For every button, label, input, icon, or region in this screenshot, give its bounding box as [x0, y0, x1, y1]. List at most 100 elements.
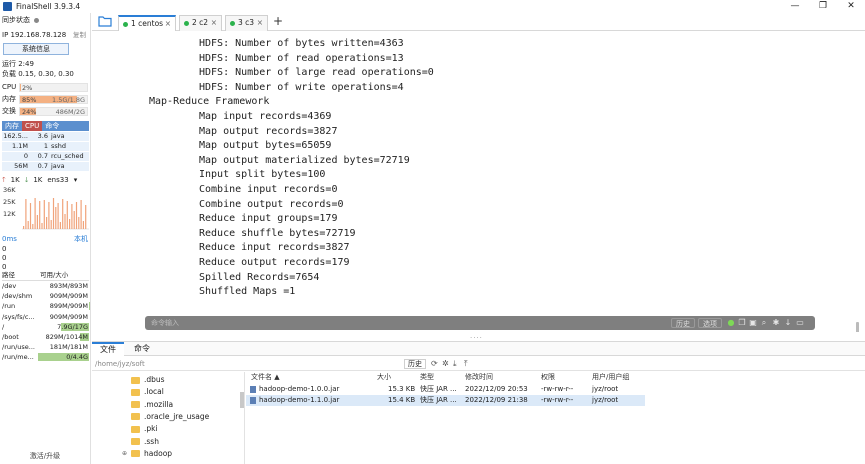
- process-row[interactable]: 1.1M 1 sshd: [2, 142, 89, 151]
- search-icon[interactable]: ⌕: [760, 319, 768, 327]
- disk-path: /run/me...: [2, 353, 34, 362]
- close-tab-icon[interactable]: ×: [257, 16, 263, 30]
- sync-status[interactable]: 同步状态: [2, 16, 39, 25]
- command-input-bar[interactable]: 命令输入 历史 选项 ● ❐ ▣ ⌕ ✱ ↓ ▭: [145, 316, 815, 330]
- process-row[interactable]: 0 0.7 rcu_sched: [2, 152, 89, 161]
- tree-item[interactable]: .oracle_jre_usage: [131, 411, 209, 423]
- status-icon[interactable]: ●: [727, 319, 735, 327]
- window-title: FinalShell 3.9.3.4: [16, 2, 81, 11]
- tree-item[interactable]: .local: [131, 386, 164, 398]
- disk-size: 899M/909M: [49, 302, 88, 311]
- tree-item[interactable]: .pki: [131, 423, 158, 435]
- terminal-line: Map output records=3827: [199, 125, 338, 137]
- process-row[interactable]: 162.5... 3.6 java: [2, 132, 89, 141]
- process-tab-mem[interactable]: 内存: [2, 121, 22, 131]
- upload-icon[interactable]: ⤒: [464, 359, 468, 369]
- column-type[interactable]: 类型: [420, 372, 434, 383]
- tree-scrollbar[interactable]: [240, 392, 244, 408]
- folder-icon: [131, 401, 140, 409]
- file-perm: -rw-rw-r--: [541, 385, 574, 393]
- net-traffic-bar: [25, 199, 27, 229]
- disk-row[interactable]: /run/use... 181M/181M: [2, 342, 89, 352]
- file-size: 15.4 KB: [388, 396, 416, 404]
- process-tab-cmd[interactable]: 命令: [42, 121, 62, 131]
- file-row[interactable]: hadoop-demo-1.0.0.jar 15.3 KB 快压 JAR ... 20…: [246, 384, 645, 395]
- file-row[interactable]: hadoop-demo-1.1.0.jar 15.4 KB 快压 JAR ... 20…: [246, 395, 645, 406]
- tab-3-c3[interactable]: 3 c3 ×: [225, 15, 268, 31]
- net-traffic-bar: [80, 200, 82, 229]
- terminal-line: Map output bytes=65059: [199, 140, 332, 152]
- expand-icon[interactable]: ⊕: [122, 448, 127, 460]
- path-history-button[interactable]: 历史: [404, 359, 426, 369]
- net-traffic-bar: [55, 207, 57, 229]
- tree-item[interactable]: .ssh: [131, 436, 159, 448]
- connected-icon: [123, 21, 128, 27]
- disk-row[interactable]: /dev 893M/893M: [2, 281, 89, 291]
- terminal-output[interactable]: HDFS: Number of bytes written=4363 HDFS: …: [92, 32, 860, 332]
- chevron-down-icon[interactable]: ▾: [74, 176, 78, 185]
- column-owner[interactable]: 用户/用户组: [592, 372, 629, 383]
- terminal-scrollbar[interactable]: [856, 322, 859, 332]
- close-tab-icon[interactable]: ×: [211, 16, 217, 30]
- maximize-button[interactable]: ❐: [809, 0, 837, 13]
- tree-item[interactable]: .mozilla: [131, 399, 173, 411]
- folder-icon[interactable]: [98, 15, 112, 27]
- process-cpu: 0.7: [37, 162, 48, 170]
- jar-file-icon: [250, 385, 256, 393]
- history-button[interactable]: 历史: [671, 318, 695, 328]
- settings-icon[interactable]: ✲: [442, 359, 449, 369]
- download-icon[interactable]: ↓: [784, 319, 792, 327]
- close-button[interactable]: ✕: [837, 0, 865, 13]
- process-row[interactable]: 56M 0.7 java: [2, 162, 89, 171]
- upgrade-link[interactable]: 激活/升级: [0, 451, 90, 461]
- minimize-button[interactable]: —: [781, 0, 809, 13]
- net-traffic-bar: [73, 211, 75, 229]
- download-icon[interactable]: ⤓: [453, 359, 457, 369]
- process-cpu: 3.6: [37, 132, 48, 140]
- disk-row[interactable]: /dev/shm 909M/909M: [2, 291, 89, 301]
- gear-icon[interactable]: ✱: [772, 319, 780, 327]
- process-cpu: 0.7: [37, 152, 48, 160]
- refresh-icon[interactable]: ⟳: [431, 359, 438, 369]
- copy-ip-button[interactable]: 复制: [73, 31, 86, 40]
- network-interface-select[interactable]: ens33: [47, 176, 68, 185]
- jar-file-icon: [250, 396, 256, 404]
- disk-row[interactable]: /sys/fs/c... 909M/909M: [2, 312, 89, 322]
- tab-files[interactable]: 文件: [92, 342, 124, 356]
- latency-target[interactable]: 本机: [74, 235, 88, 244]
- maximize-icon[interactable]: ▭: [796, 319, 804, 327]
- tab-commands[interactable]: 命令: [126, 342, 158, 356]
- command-input[interactable]: 命令输入: [151, 316, 179, 330]
- disk-size: 909M/909M: [49, 292, 88, 301]
- path-input[interactable]: /home/jyz/soft: [95, 357, 145, 371]
- disk-row[interactable]: /boot 829M/1014M: [2, 332, 89, 342]
- process-tab-cpu[interactable]: CPU: [22, 121, 43, 131]
- tree-item[interactable]: .dbus: [131, 374, 165, 386]
- close-tab-icon[interactable]: ×: [165, 17, 171, 31]
- tab-2-c2[interactable]: 2 c2 ×: [179, 15, 222, 31]
- copy-icon[interactable]: ❐: [738, 319, 746, 327]
- column-mtime[interactable]: 修改时间: [465, 372, 493, 383]
- column-size[interactable]: 大小: [377, 372, 391, 383]
- file-owner: jyz/root: [592, 385, 619, 393]
- tree-item[interactable]: ⊕ hadoop: [122, 448, 172, 460]
- paste-icon[interactable]: ▣: [749, 319, 757, 327]
- disk-row[interactable]: /run 899M/909M: [2, 301, 89, 311]
- mem-meter: 85% 1.5G/1.8G: [19, 95, 88, 104]
- file-type: 快压 JAR ...: [420, 385, 457, 393]
- terminal-line: Map output materialized bytes=72719: [199, 154, 410, 166]
- terminal-line: Reduce input groups=179: [199, 213, 338, 225]
- terminal-line: Reduce output records=179: [199, 257, 350, 268]
- system-info-button[interactable]: 系统信息: [3, 43, 69, 55]
- tab-1-centos[interactable]: 1 centos ×: [118, 15, 176, 31]
- column-permission[interactable]: 权限: [541, 372, 555, 383]
- process-mem: 56M: [14, 162, 28, 170]
- folder-icon: [131, 425, 140, 433]
- disk-row[interactable]: / 7.9G/17G: [2, 322, 89, 332]
- disk-row[interactable]: /run/me... 0/4.4G: [2, 352, 89, 362]
- terminal-line: HDFS: Number of bytes written=4363: [199, 38, 404, 49]
- column-name[interactable]: 文件名 ▲: [251, 372, 280, 383]
- new-tab-button[interactable]: +: [273, 14, 283, 28]
- net-traffic-bar: [48, 202, 50, 229]
- options-button[interactable]: 选项: [698, 318, 722, 328]
